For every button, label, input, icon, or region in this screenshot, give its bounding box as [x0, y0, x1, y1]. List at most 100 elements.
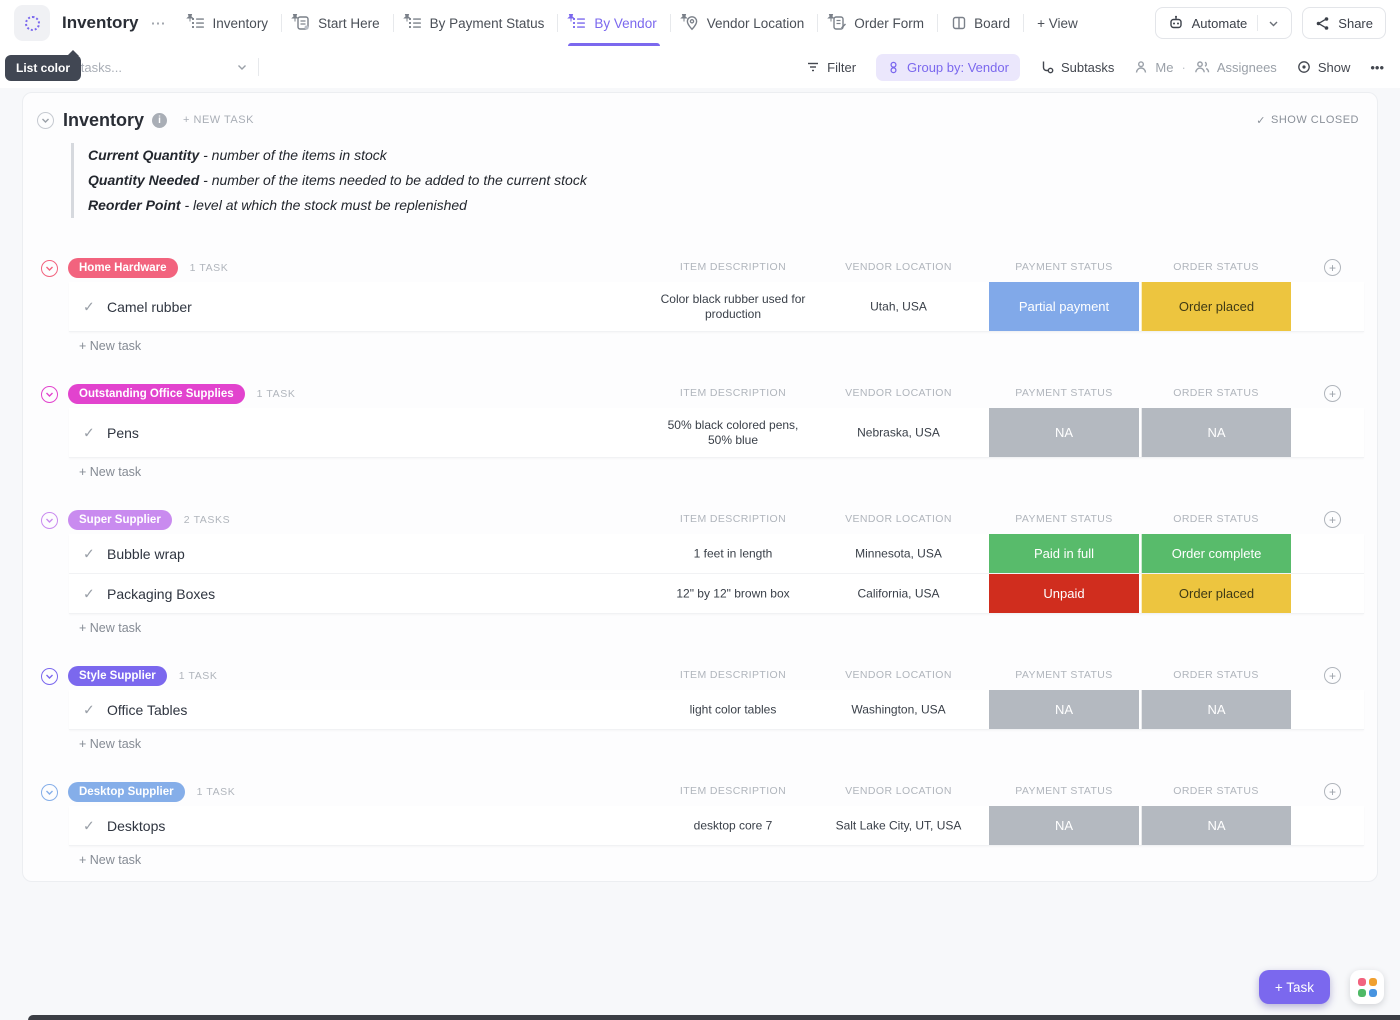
tab-by-payment-status[interactable]: By Payment Status	[394, 0, 558, 46]
task-name[interactable]: Bubble wrap	[107, 546, 185, 562]
payment-status-cell[interactable]: Partial payment	[989, 282, 1139, 331]
me-label: Me	[1155, 60, 1173, 75]
app-grid-button[interactable]	[1350, 970, 1384, 1004]
automate-button[interactable]: Automate	[1155, 7, 1293, 39]
item-description-cell[interactable]: desktop core 7	[658, 818, 808, 833]
order-status-cell[interactable]: Order placed	[1141, 574, 1291, 613]
tab-order-form[interactable]: Order Form	[818, 0, 937, 46]
order-status-cell[interactable]: NA	[1141, 408, 1291, 457]
tab-label: Inventory	[213, 16, 269, 31]
add-column-button[interactable]: +	[1324, 385, 1341, 402]
payment-status-cell[interactable]: Unpaid	[989, 574, 1139, 613]
show-closed-label: SHOW CLOSED	[1271, 114, 1359, 126]
collapse-group-chevron[interactable]	[41, 784, 58, 801]
new-task-top-button[interactable]: + NEW TASK	[183, 114, 254, 126]
group-by-button[interactable]: Group by: Vendor	[876, 54, 1020, 81]
share-button[interactable]: Share	[1302, 7, 1386, 39]
task-name[interactable]: Pens	[107, 425, 139, 441]
vendor-location-cell[interactable]: Washington, USA	[821, 702, 976, 717]
tab-board[interactable]: Board	[938, 0, 1023, 46]
collapse-group-chevron[interactable]	[41, 668, 58, 685]
task-row[interactable]: ✓ Pens 50% black colored pens, 50% blue …	[69, 408, 1364, 458]
vendor-location-cell[interactable]: Utah, USA	[821, 299, 976, 314]
list-header: Inventory i + NEW TASK ✓ SHOW CLOSED	[23, 107, 1377, 133]
task-check-icon[interactable]: ✓	[83, 298, 95, 315]
order-status-cell[interactable]: NA	[1141, 806, 1291, 845]
group-badge[interactable]: Style Supplier	[68, 666, 167, 686]
info-icon[interactable]: i	[152, 113, 167, 128]
subtasks-button[interactable]: Subtasks	[1040, 60, 1114, 75]
task-name[interactable]: Packaging Boxes	[107, 586, 215, 602]
task-row[interactable]: ✓ Camel rubber Color black rubber used f…	[69, 282, 1364, 332]
column-header-item-description: ITEM DESCRIPTION	[638, 387, 828, 399]
task-check-icon[interactable]: ✓	[83, 701, 95, 718]
vendor-location-cell[interactable]: Minnesota, USA	[821, 546, 976, 561]
group-super-supplier: Super Supplier 2 TASKS ITEM DESCRIPTION …	[23, 506, 1377, 642]
tab-inventory[interactable]: Inventory	[177, 0, 282, 46]
filter-button[interactable]: Filter	[806, 60, 856, 75]
payment-status-cell[interactable]: NA	[989, 806, 1139, 845]
ellipsis-icon: •••	[1370, 60, 1384, 75]
vendor-location-cell[interactable]: Salt Lake City, UT, USA	[821, 818, 976, 833]
task-row[interactable]: ✓ Packaging Boxes 12" by 12" brown box C…	[69, 574, 1364, 614]
task-row[interactable]: ✓ Office Tables light color tables Washi…	[69, 690, 1364, 730]
collapse-group-chevron[interactable]	[41, 512, 58, 529]
order-status-cell[interactable]: NA	[1141, 690, 1291, 729]
group-badge[interactable]: Desktop Supplier	[68, 782, 185, 802]
vendor-location-cell[interactable]: Nebraska, USA	[821, 425, 976, 440]
task-check-icon[interactable]: ✓	[83, 817, 95, 834]
vendor-location-cell[interactable]: California, USA	[821, 586, 976, 601]
add-column-button[interactable]: +	[1324, 511, 1341, 528]
add-task-button[interactable]: + New task	[79, 730, 1377, 758]
task-row[interactable]: ✓ Bubble wrap 1 feet in length Minnesota…	[69, 534, 1364, 574]
task-name[interactable]: Desktops	[107, 818, 165, 834]
task-check-icon[interactable]: ✓	[83, 545, 95, 562]
add-column-button[interactable]: +	[1324, 783, 1341, 800]
collapse-group-chevron[interactable]	[41, 260, 58, 277]
group-badge[interactable]: Outstanding Office Supplies	[68, 384, 245, 404]
column-header-vendor-location: VENDOR LOCATION	[821, 513, 976, 525]
chevron-down-icon[interactable]	[1268, 18, 1279, 29]
item-description-cell[interactable]: 50% black colored pens, 50% blue	[658, 418, 808, 448]
collapse-list-chevron[interactable]	[37, 112, 54, 129]
item-description-cell[interactable]: 1 feet in length	[658, 546, 808, 561]
collapse-group-chevron[interactable]	[41, 386, 58, 403]
tab-by-vendor[interactable]: By Vendor	[558, 0, 669, 46]
tab-start-here[interactable]: Start Here	[282, 0, 393, 46]
column-header-item-description: ITEM DESCRIPTION	[638, 513, 828, 525]
item-description-cell[interactable]: light color tables	[658, 702, 808, 717]
group-badge[interactable]: Home Hardware	[68, 258, 178, 278]
title-more-button[interactable]: ⋯	[145, 14, 173, 32]
assignees-button[interactable]: Assignees	[1194, 60, 1277, 75]
more-options-button[interactable]: •••	[1370, 60, 1384, 75]
item-description-cell[interactable]: 12" by 12" brown box	[658, 586, 808, 601]
task-name[interactable]: Office Tables	[107, 702, 187, 718]
column-header-item-description: ITEM DESCRIPTION	[638, 261, 828, 273]
payment-status-cell[interactable]: NA	[989, 408, 1139, 457]
group-badge[interactable]: Super Supplier	[68, 510, 172, 530]
payment-status-cell[interactable]: NA	[989, 690, 1139, 729]
order-status-cell[interactable]: Order placed	[1141, 282, 1291, 331]
tab-vendor-location[interactable]: Vendor Location	[671, 0, 818, 46]
payment-status-cell[interactable]: Paid in full	[989, 534, 1139, 573]
task-name[interactable]: Camel rubber	[107, 299, 192, 315]
order-status-cell[interactable]: Order complete	[1141, 534, 1291, 573]
add-task-button[interactable]: + New task	[79, 846, 1377, 874]
me-filter-button[interactable]: Me	[1134, 60, 1173, 75]
top-bar: Inventory ⋯ Inventory Start Here By Paym…	[0, 0, 1400, 46]
item-description-cell[interactable]: Color black rubber used for production	[658, 292, 808, 322]
add-column-button[interactable]: +	[1324, 667, 1341, 684]
show-button[interactable]: Show	[1297, 60, 1351, 75]
add-task-button[interactable]: + New task	[79, 458, 1377, 486]
new-task-fab[interactable]: + Task	[1259, 970, 1330, 1004]
task-check-icon[interactable]: ✓	[83, 424, 95, 441]
add-task-button[interactable]: + New task	[79, 614, 1377, 642]
task-row[interactable]: ✓ Desktops desktop core 7 Salt Lake City…	[69, 806, 1364, 846]
show-closed-button[interactable]: ✓ SHOW CLOSED	[1256, 114, 1359, 127]
tab-add-view[interactable]: + View	[1024, 0, 1091, 46]
task-check-icon[interactable]: ✓	[83, 585, 95, 602]
chevron-down-icon[interactable]	[236, 61, 248, 73]
add-column-button[interactable]: +	[1324, 259, 1341, 276]
list-color-button[interactable]	[14, 5, 50, 41]
add-task-button[interactable]: + New task	[79, 332, 1377, 360]
